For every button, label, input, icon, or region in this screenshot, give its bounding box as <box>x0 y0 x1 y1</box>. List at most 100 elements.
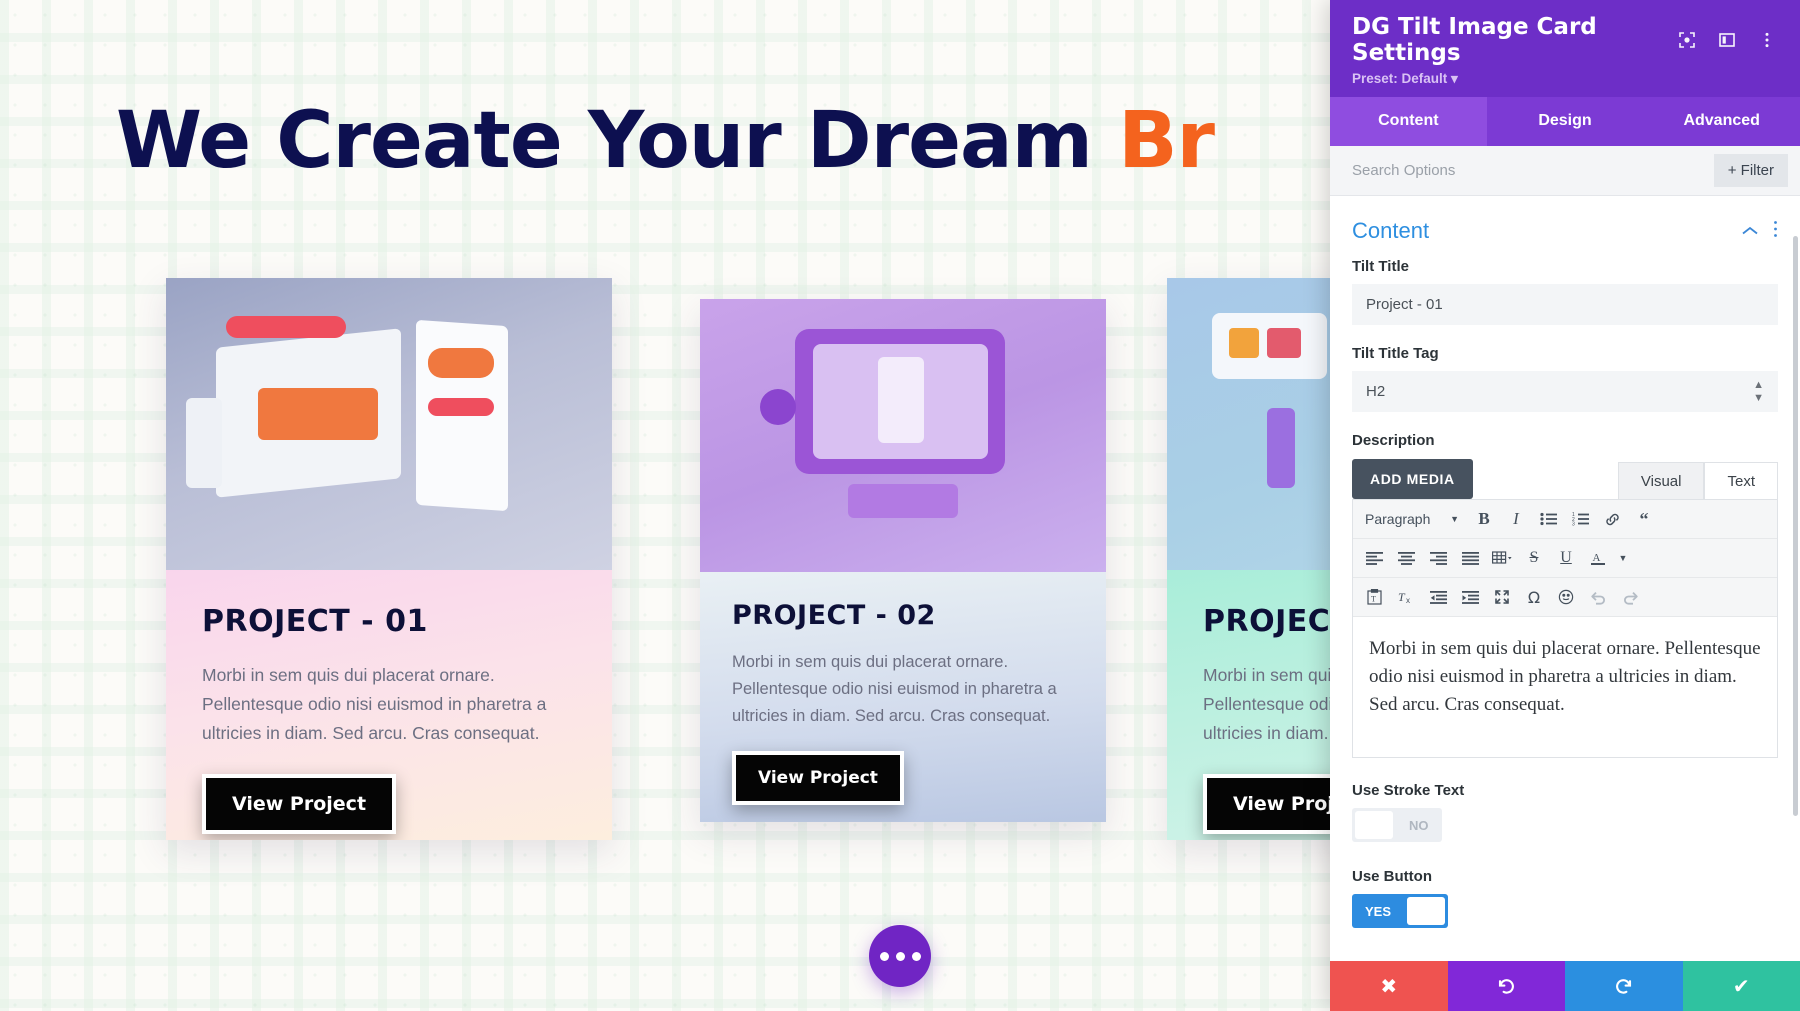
toggle-knob <box>1407 897 1446 925</box>
outdent-icon[interactable] <box>1423 583 1453 611</box>
bulleted-list-icon[interactable] <box>1533 505 1563 533</box>
chevron-down-icon[interactable]: ▼ <box>1615 544 1631 572</box>
blockquote-icon[interactable]: “ <box>1629 505 1659 533</box>
fullscreen-icon[interactable] <box>1487 583 1517 611</box>
svg-text:x: x <box>1406 596 1410 605</box>
editor-top-row: ADD MEDIA Visual Text <box>1330 459 1800 499</box>
card-body: PROJECT - 03 Morbi in sem quis dui place… <box>1167 570 1330 840</box>
filter-button[interactable]: + Filter <box>1713 154 1788 187</box>
tilt-title-tag-select[interactable]: H2 <box>1352 371 1778 412</box>
use-button-label: Use Button <box>1352 868 1432 885</box>
underline-icon[interactable]: U <box>1551 544 1581 572</box>
page-canvas: We Create Your Dream Br PROJECT - 01 Mor… <box>0 0 1330 1011</box>
card-description: Morbi in sem quis dui placerat ornare. P… <box>202 665 547 743</box>
scrollbar[interactable] <box>1793 236 1798 816</box>
panel-scroll-area: Content Tilt Title Tilt Title Tag H2 ▲▼ <box>1330 196 1800 961</box>
italic-icon[interactable]: I <box>1501 505 1531 533</box>
chevron-down-icon: ▼ <box>1450 514 1459 524</box>
use-button-field: Use Button YES <box>1330 868 1800 928</box>
check-icon[interactable]: ✔ <box>1682 961 1800 1011</box>
tilt-title-field: Tilt Title <box>1330 258 1800 325</box>
svg-text:T: T <box>1398 590 1406 604</box>
panel-footer: ✖ ✔ <box>1330 961 1800 1011</box>
tilt-title-tag-field: Tilt Title Tag H2 ▲ ▼ <box>1330 345 1800 412</box>
align-right-icon[interactable] <box>1423 544 1453 572</box>
svg-text:3: 3 <box>1572 522 1575 526</box>
redo-icon[interactable] <box>1565 961 1683 1011</box>
bold-icon[interactable]: B <box>1469 505 1499 533</box>
tab-advanced[interactable]: Advanced <box>1643 97 1800 146</box>
view-project-button[interactable]: View Project <box>202 773 397 834</box>
card-body: PROJECT - 01 Morbi in sem quis dui place… <box>166 570 612 840</box>
project-card[interactable]: PROJECT - 01 Morbi in sem quis dui place… <box>166 278 612 840</box>
editor-tab-visual[interactable]: Visual <box>1617 462 1705 499</box>
preset-label: Preset: Default <box>1352 71 1448 86</box>
content-section-header: Content <box>1330 196 1800 258</box>
tilt-title-label: Tilt Title <box>1352 258 1409 275</box>
table-icon[interactable] <box>1487 544 1517 572</box>
panel-header: DG Tilt Image Card Settings Preset: Defa… <box>1330 0 1800 97</box>
use-stroke-text-toggle[interactable]: NO <box>1352 808 1442 842</box>
tilt-title-input[interactable] <box>1352 284 1778 325</box>
text-color-icon[interactable]: A <box>1583 544 1613 572</box>
clear-formatting-icon[interactable]: T x <box>1391 583 1421 611</box>
layout-panel-icon[interactable] <box>1714 27 1740 53</box>
toggle-knob <box>1355 811 1393 839</box>
view-project-button[interactable]: View Project <box>732 750 904 805</box>
emoji-icon[interactable] <box>1551 583 1581 611</box>
redo-icon[interactable] <box>1615 583 1645 611</box>
align-justify-icon[interactable] <box>1455 544 1485 572</box>
filter-label: Filter <box>1740 162 1774 179</box>
numbered-list-icon[interactable]: 1 2 3 <box>1565 505 1595 533</box>
toggle-state-label: NO <box>1409 817 1429 833</box>
align-left-icon[interactable] <box>1359 544 1389 572</box>
card-body: PROJECT - 02 Morbi in sem quis dui place… <box>700 572 1106 822</box>
search-row: + Filter <box>1330 146 1800 196</box>
use-stroke-text-field: Use Stroke Text NO <box>1330 782 1800 844</box>
editor-toolbar-row-1: Paragraph ▼ B I 1 2 3 “ <box>1353 500 1777 539</box>
card-image <box>1167 278 1330 570</box>
description-editor-content[interactable]: Morbi in sem quis dui placerat ornare. P… <box>1353 617 1777 757</box>
project-card[interactable]: PROJECT - 02 Morbi in sem quis dui place… <box>700 299 1106 822</box>
target-focus-icon[interactable] <box>1674 27 1700 53</box>
align-center-icon[interactable] <box>1391 544 1421 572</box>
close-icon[interactable]: ✖ <box>1330 961 1448 1011</box>
special-character-icon[interactable]: Ω <box>1519 583 1549 611</box>
undo-icon[interactable] <box>1583 583 1613 611</box>
editor-mode-tabs: Visual Text <box>1617 462 1778 499</box>
page-title-accent: Br <box>1118 96 1215 186</box>
kebab-menu-icon[interactable] <box>1773 220 1778 243</box>
card-title: PROJECT - 03 <box>1203 604 1330 639</box>
paragraph-format-select[interactable]: Paragraph ▼ <box>1359 511 1467 527</box>
use-button-toggle[interactable]: YES <box>1352 894 1449 928</box>
rich-text-editor: Paragraph ▼ B I 1 2 3 “ S U A ▼ T T x Ω … <box>1352 499 1778 758</box>
description-label-wrap: Description <box>1330 432 1800 449</box>
panel-tabs: Content Design Advanced <box>1330 97 1800 146</box>
editor-tab-text[interactable]: Text <box>1704 462 1778 499</box>
kebab-menu-icon[interactable] <box>1754 27 1780 53</box>
panel-title: DG Tilt Image Card Settings <box>1352 14 1597 66</box>
preset-selector[interactable]: Preset: Default ▾ <box>1352 71 1780 87</box>
paste-as-text-icon[interactable]: T <box>1359 583 1389 611</box>
editor-toolbar-row-2: S U A ▼ <box>1353 539 1777 578</box>
link-icon[interactable] <box>1597 505 1627 533</box>
view-project-button[interactable]: View Project <box>1203 773 1330 834</box>
strikethrough-icon[interactable]: S <box>1519 544 1549 572</box>
add-media-button[interactable]: ADD MEDIA <box>1352 459 1473 499</box>
card-image <box>166 278 612 570</box>
ellipsis-icon[interactable] <box>869 925 931 987</box>
indent-icon[interactable] <box>1455 583 1485 611</box>
chevron-up-icon[interactable] <box>1741 221 1759 242</box>
search-input[interactable] <box>1352 162 1714 179</box>
svg-text:T: T <box>1371 595 1376 604</box>
card-description: Morbi in sem quis dui placerat ornare. P… <box>1203 665 1330 743</box>
project-card[interactable]: PROJECT - 03 Morbi in sem quis dui place… <box>1167 278 1330 840</box>
card-image <box>700 299 1106 572</box>
paragraph-format-label: Paragraph <box>1365 511 1431 527</box>
tab-design[interactable]: Design <box>1487 97 1644 146</box>
undo-icon[interactable] <box>1447 961 1565 1011</box>
page-title: We Create Your Dream Br <box>0 96 1330 186</box>
tab-content[interactable]: Content <box>1330 97 1487 146</box>
card-description: Morbi in sem quis dui placerat ornare. P… <box>732 653 1057 726</box>
use-stroke-text-label: Use Stroke Text <box>1352 782 1465 799</box>
